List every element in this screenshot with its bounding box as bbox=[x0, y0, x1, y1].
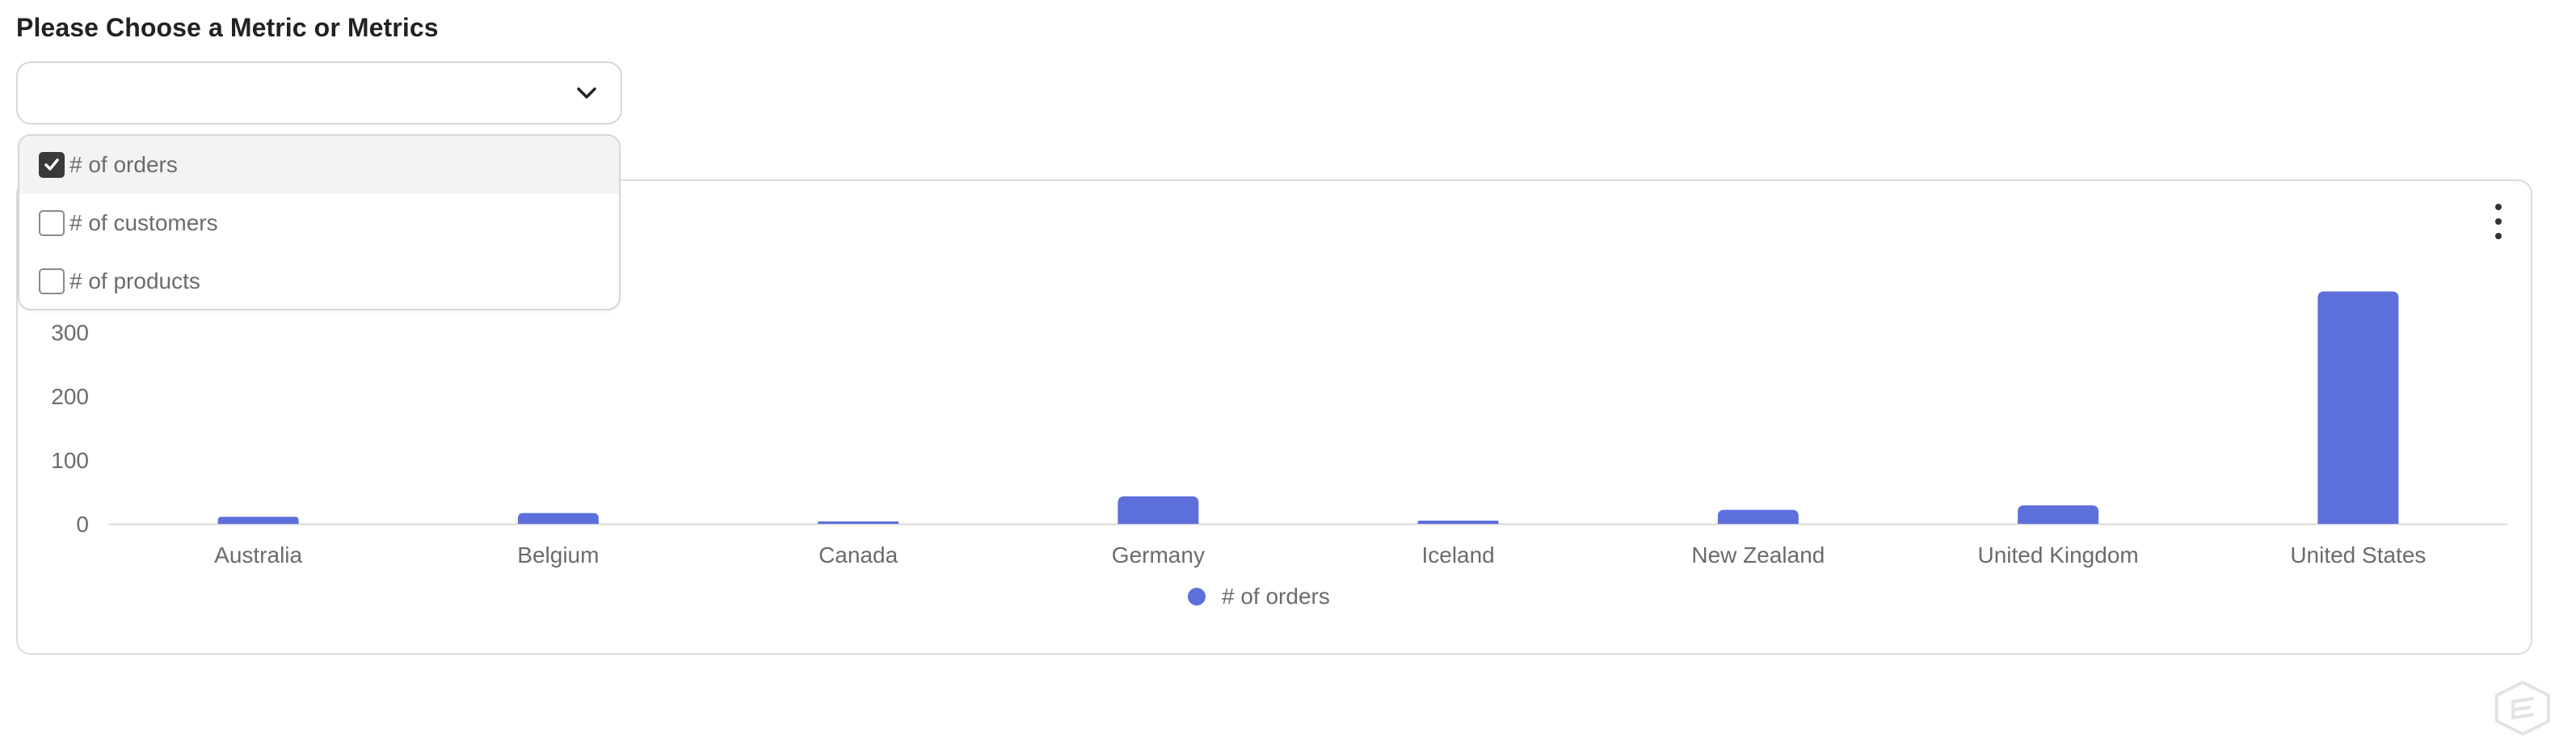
x-tick-label: Iceland bbox=[1421, 542, 1494, 568]
metric-select[interactable] bbox=[16, 61, 622, 124]
metric-dropdown: # of orders # of customers # of products bbox=[18, 134, 621, 310]
x-tick-label: United Kingdom bbox=[1978, 542, 2139, 568]
legend-dot-icon bbox=[1188, 588, 1206, 606]
option-customers[interactable]: # of customers bbox=[19, 194, 619, 252]
bar-new-zealand bbox=[1717, 509, 1799, 524]
checkbox-icon[interactable] bbox=[39, 210, 65, 236]
app-root: Please Choose a Metric or Metrics # of o… bbox=[0, 0, 2576, 747]
bar-australia bbox=[217, 517, 299, 524]
legend-label: # of orders bbox=[1222, 584, 1330, 609]
option-label: # of orders bbox=[69, 152, 178, 177]
x-tick-label: Australia bbox=[214, 542, 302, 568]
x-tick-label: Germany bbox=[1112, 542, 1205, 568]
x-tick-label: Canada bbox=[819, 542, 899, 568]
y-tick-label: 300 bbox=[51, 320, 89, 345]
bar-canada bbox=[818, 521, 899, 524]
bar-iceland bbox=[1417, 521, 1499, 524]
option-products[interactable]: # of products bbox=[19, 252, 619, 309]
bar-united-states bbox=[2317, 291, 2399, 524]
x-tick-label: Belgium bbox=[517, 542, 599, 568]
checkbox-icon[interactable] bbox=[39, 268, 65, 294]
y-tick-label: 100 bbox=[51, 448, 89, 473]
x-tick-label: United States bbox=[2290, 542, 2426, 568]
y-tick-label: 0 bbox=[76, 512, 89, 537]
brand-logo-icon bbox=[2495, 681, 2550, 736]
y-tick-label: 200 bbox=[51, 384, 89, 409]
bar-belgium bbox=[517, 513, 599, 524]
bar-united-kingdom bbox=[2018, 505, 2099, 524]
option-label: # of products bbox=[69, 268, 200, 293]
option-orders[interactable]: # of orders bbox=[19, 136, 619, 194]
chart-legend[interactable]: # of orders bbox=[1188, 584, 1330, 610]
option-label: # of customers bbox=[69, 210, 218, 235]
x-tick-label: New Zealand bbox=[1691, 542, 1825, 568]
bar-germany bbox=[1118, 496, 1199, 524]
chevron-down-icon[interactable] bbox=[574, 80, 600, 106]
checkbox-checked-icon[interactable] bbox=[39, 152, 65, 178]
